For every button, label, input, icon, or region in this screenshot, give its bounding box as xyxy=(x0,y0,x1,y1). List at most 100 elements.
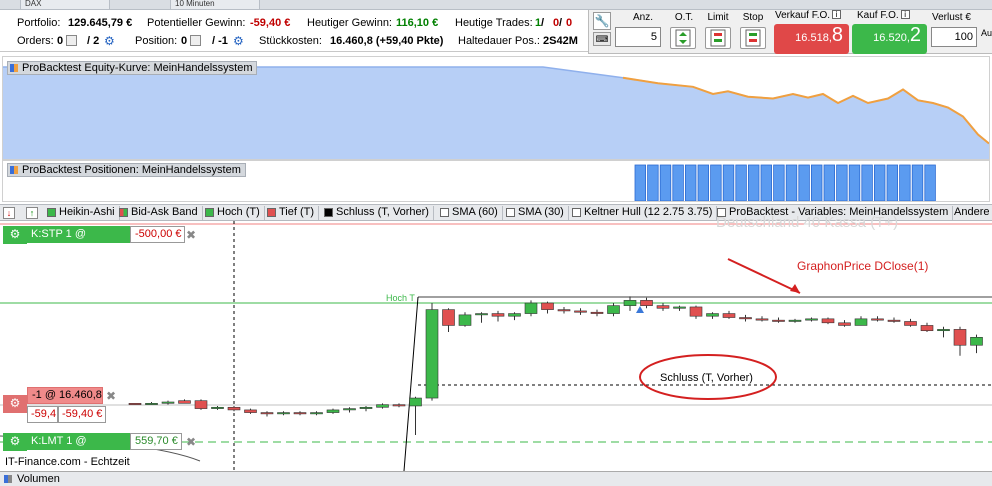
quantity-input[interactable]: 5 xyxy=(615,27,661,47)
ot-order-button[interactable] xyxy=(670,27,696,49)
position-bar xyxy=(861,164,873,201)
lmt-order-label[interactable]: K:LMT 1 @ 15.901,1 xyxy=(27,433,130,462)
schluss-swatch xyxy=(324,208,333,217)
candle-body xyxy=(722,313,736,318)
toolbar-item-bid-ask[interactable]: Bid-Ask Band xyxy=(117,206,203,220)
today-gain-label: Heutiger Gewinn: xyxy=(307,17,392,29)
toolbar-item-keltner[interactable]: Keltner Hull (12 2.75 3.75) xyxy=(570,206,718,220)
today-gain-value: 116,10 € xyxy=(396,17,439,29)
probacktest-icon-2 xyxy=(10,166,18,174)
stop-label: Stop xyxy=(742,12,764,23)
candle-body xyxy=(244,409,257,413)
volume-panel-header[interactable]: Volumen xyxy=(0,471,992,486)
position-bar xyxy=(823,164,836,201)
position-gear-icon-chart[interactable]: ⚙ xyxy=(3,395,27,413)
orders-label: Orders: xyxy=(17,35,54,47)
stop-order-button[interactable] xyxy=(740,27,766,49)
candle-body xyxy=(376,404,389,408)
ot-label: O.T. xyxy=(674,12,694,23)
today-trades-label: Heutige Trades: xyxy=(455,17,533,29)
account-stats: Portfolio: 129.645,79 € Potentieller Gew… xyxy=(0,10,588,52)
candle-body xyxy=(755,318,769,321)
equity-area xyxy=(3,67,989,159)
position-bar xyxy=(710,164,722,201)
toolbar-item-schluss[interactable]: Schluss (T, Vorher) xyxy=(322,206,434,220)
candle-body xyxy=(970,337,983,346)
position-label-chart[interactable]: -1 @ 16.460,8 xyxy=(27,387,103,404)
candle-body xyxy=(920,325,934,332)
candle-body xyxy=(260,412,274,415)
potential-gain-label: Potentieller Gewinn: xyxy=(147,17,246,29)
sell-info-icon[interactable]: i xyxy=(832,10,842,19)
candle-body xyxy=(442,309,455,326)
tab-instrument[interactable]: DAX xyxy=(20,0,110,10)
price-chart-panel: Deutschland 40 Kassa (T+) Hoch T Graphon… xyxy=(0,214,992,471)
candle-body xyxy=(293,412,307,415)
position-bar xyxy=(697,164,710,201)
candle-body xyxy=(128,403,142,405)
lmt-order-gear-icon[interactable]: ⚙ xyxy=(3,433,27,451)
candle-body xyxy=(673,306,686,309)
sell-button[interactable]: 16.518,8 xyxy=(774,24,849,54)
probacktest-icon xyxy=(10,64,18,72)
loss-input[interactable]: 100 xyxy=(931,27,977,47)
annotation-arrow xyxy=(727,258,801,294)
position-close-icon-chart[interactable]: ✖ xyxy=(106,389,116,403)
toolbar-item-tief[interactable]: Tief (T) xyxy=(265,206,320,220)
position-value: 0 xyxy=(181,35,188,47)
portfolio-label: Portfolio: xyxy=(17,17,61,29)
equity-title: ProBacktest Equity-Kurve: MeinHandelssys… xyxy=(22,62,253,74)
position-bar xyxy=(785,164,798,201)
candle-body xyxy=(458,314,472,326)
buy-info-icon[interactable]: i xyxy=(900,10,910,19)
toolbar-item-sma60[interactable]: SMA (60) xyxy=(438,206,503,220)
position-bar xyxy=(735,164,747,201)
top-tab-bar: DAX 10 Minuten xyxy=(0,0,992,10)
stp-order-label[interactable]: K:STP 1 @ 16.960,8 xyxy=(27,226,130,255)
position-bar xyxy=(924,164,936,201)
candle-body xyxy=(227,406,241,411)
wrench-icon[interactable]: 🔧 xyxy=(593,12,611,30)
buy-button[interactable]: 16.520,2 xyxy=(852,24,927,54)
positions-panel-header[interactable]: ProBacktest Positionen: MeinHandelssyste… xyxy=(7,163,246,177)
toolbar-item-hoch[interactable]: Hoch (T) xyxy=(203,206,265,220)
toolbar-item-sma30[interactable]: SMA (30) xyxy=(504,206,569,220)
candle-body xyxy=(887,319,901,322)
heikin-ashi-swatch xyxy=(47,208,56,217)
instrument-watermark: Deutschland 40 Kassa (T+) xyxy=(716,214,899,231)
keyboard-icon[interactable]: ⌨ xyxy=(593,32,611,46)
download-icon[interactable]: ↓ xyxy=(3,207,15,219)
position-bar xyxy=(722,164,735,201)
positions-title: ProBacktest Positionen: MeinHandelssyste… xyxy=(22,164,241,176)
orders-cancel-icon[interactable] xyxy=(66,35,77,46)
stp-order-close-icon[interactable]: ✖ xyxy=(186,228,196,242)
sar-line xyxy=(403,296,419,471)
orders-gear-icon[interactable]: ⚙ xyxy=(104,34,115,48)
toolbar-item-andere[interactable]: Andere xyxy=(938,206,992,220)
position-bar xyxy=(836,164,848,201)
position-bar xyxy=(899,164,911,201)
position-bar xyxy=(685,164,697,201)
candle-body xyxy=(343,408,356,411)
signal-arrow xyxy=(636,306,644,313)
candle-body xyxy=(871,318,884,321)
tab-timeframe[interactable]: 10 Minuten xyxy=(170,0,260,10)
position-bar xyxy=(886,164,899,201)
orders-count: / 2 xyxy=(87,35,100,47)
buy-label: Kauf F.O. i xyxy=(857,10,937,21)
stp-order-gear-icon[interactable]: ⚙ xyxy=(3,226,27,244)
equity-curve-panel: ProBacktest Equity-Kurve: MeinHandelssys… xyxy=(2,56,990,160)
equity-panel-header[interactable]: ProBacktest Equity-Kurve: MeinHandelssys… xyxy=(7,61,258,75)
loss-label: Verlust € xyxy=(932,12,971,23)
limit-order-button[interactable] xyxy=(705,27,731,49)
position-close-icon[interactable] xyxy=(190,35,201,46)
upload-icon[interactable]: ↑ xyxy=(26,207,38,219)
lmt-order-close-icon[interactable]: ✖ xyxy=(186,435,196,449)
position-gear-icon[interactable]: ⚙ xyxy=(233,34,244,48)
toolbar-item-heikin-ashi[interactable]: Heikin-Ashi xyxy=(45,206,120,220)
stp-order-pnl: -500,00 € xyxy=(130,226,185,243)
candle-body xyxy=(656,305,670,309)
candle-body xyxy=(178,400,191,404)
candle-body xyxy=(557,309,571,312)
position-count: / -1 xyxy=(212,35,228,47)
